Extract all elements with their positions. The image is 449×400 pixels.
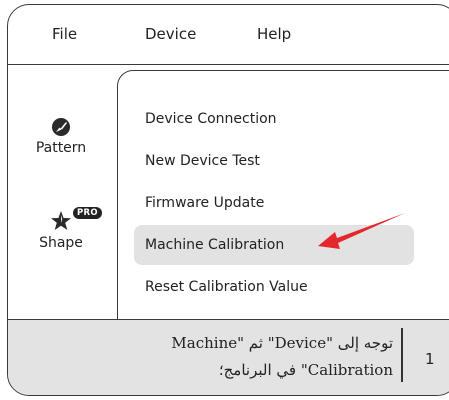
pro-badge: PRO xyxy=(73,207,102,219)
app-window: File Device Help Pattern PRO Shape Devic… xyxy=(7,4,449,396)
tool-pattern[interactable]: Pattern xyxy=(26,117,96,156)
menu-device[interactable]: Device xyxy=(145,25,196,43)
menu-item-new-device-test[interactable]: New Device Test xyxy=(134,141,414,181)
red-pointer-arrow xyxy=(318,213,405,249)
caption-line-2: Calibration" في البرنامج؛ xyxy=(218,361,393,379)
step-number: 1 xyxy=(425,350,435,368)
tool-pattern-label: Pattern xyxy=(35,140,87,156)
tool-shape[interactable]: PRO Shape xyxy=(26,207,102,251)
star-shape-icon xyxy=(51,211,71,230)
menu-item-device-connection[interactable]: Device Connection xyxy=(134,99,414,139)
caption-divider xyxy=(401,328,403,382)
tool-shape-label: Shape xyxy=(39,235,83,251)
pattern-brush-icon xyxy=(52,118,70,136)
device-dropdown-menu: Device Connection New Device Test Firmwa… xyxy=(117,70,449,325)
caption-text: توجه إلى "Device" ثم "Machine Calibratio… xyxy=(8,330,393,384)
menu-bar: File Device Help xyxy=(8,5,449,65)
menu-item-reset-calibration-value[interactable]: Reset Calibration Value xyxy=(134,267,414,307)
menu-file[interactable]: File xyxy=(52,25,77,43)
menu-help[interactable]: Help xyxy=(257,25,291,43)
caption-line-1: توجه إلى "Device" ثم "Machine xyxy=(171,334,393,352)
instruction-caption: توجه إلى "Device" ثم "Machine Calibratio… xyxy=(8,319,449,395)
